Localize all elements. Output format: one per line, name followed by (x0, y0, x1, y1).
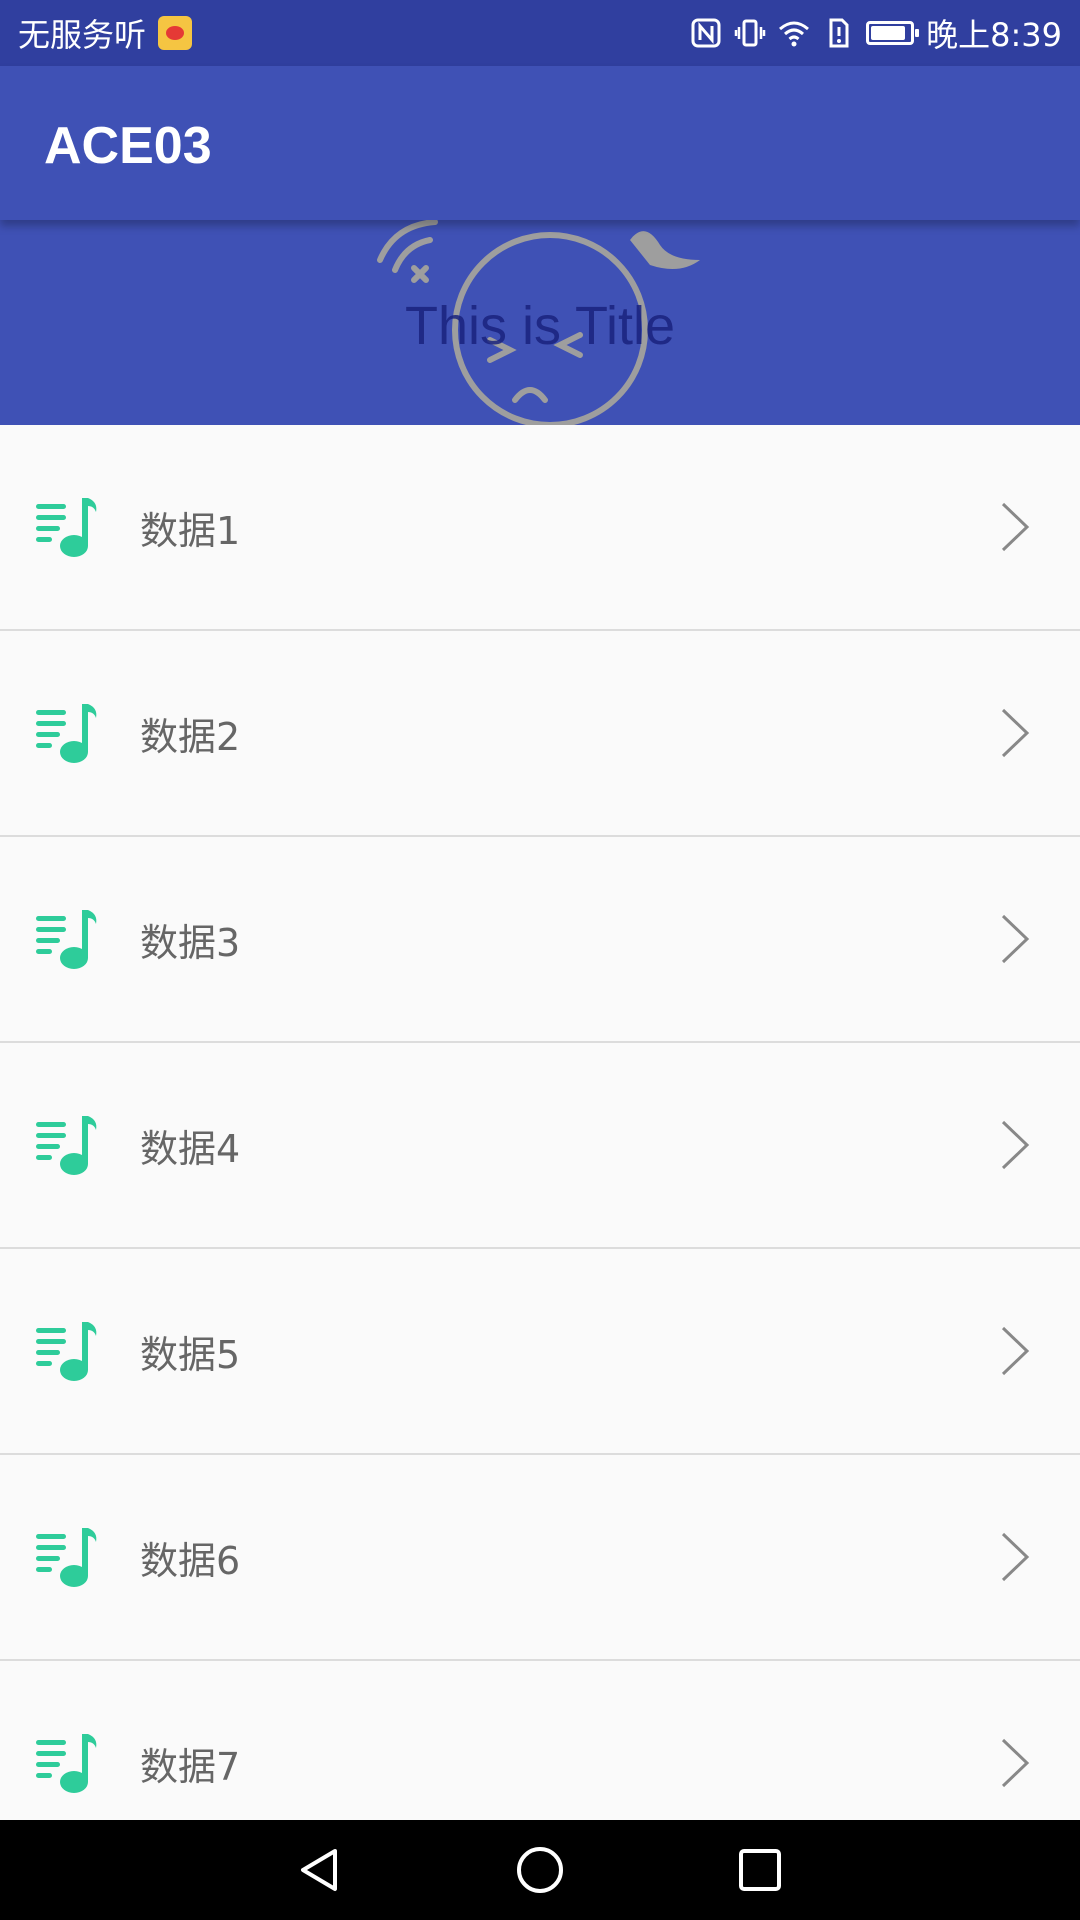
list-item[interactable]: 数据4 (0, 1043, 1080, 1249)
battery-icon (866, 21, 920, 45)
status-bar: 无服务听 晚上8:39 (0, 0, 1080, 66)
list-item-label: 数据5 (140, 1332, 241, 1377)
list-item-label: 数据1 (140, 508, 241, 553)
list-item-label: 数据7 (140, 1744, 241, 1789)
list-item-label: 数据2 (140, 714, 241, 759)
weibo-icon (158, 16, 193, 50)
chevron-right-icon (1001, 1326, 1030, 1376)
list-item-label: 数据3 (140, 920, 241, 965)
list-item[interactable]: 数据3 (0, 837, 1080, 1043)
chevron-right-icon (1001, 1120, 1030, 1170)
recents-icon[interactable] (735, 1845, 785, 1895)
carrier-text: 无服务听 (18, 16, 147, 54)
chevron-right-icon (1001, 502, 1030, 552)
music-list-icon (36, 1734, 97, 1793)
data-list: 数据1 数据2 数据3 数据4 数据5 数据6 数据7 (0, 425, 1080, 1867)
list-item[interactable]: 数据6 (0, 1455, 1080, 1661)
app-title: ACE03 (44, 117, 212, 175)
music-list-icon (36, 910, 97, 969)
app-bar: ACE03 (0, 66, 1080, 220)
chevron-right-icon (1001, 1532, 1030, 1582)
music-list-icon (36, 498, 97, 557)
banner-title: This is Title (404, 296, 676, 356)
list-item-label: 数据4 (140, 1126, 241, 1171)
music-list-icon (36, 1322, 97, 1381)
chevron-right-icon (1001, 708, 1030, 758)
header-banner: This is Title (0, 220, 1080, 425)
nfc-icon (691, 18, 721, 48)
list-item-label: 数据6 (140, 1538, 241, 1583)
list-item[interactable]: 数据5 (0, 1249, 1080, 1455)
status-time: 晚上8:39 (926, 16, 1062, 54)
list-item[interactable]: 数据2 (0, 631, 1080, 837)
status-left: 无服务听 (18, 10, 193, 56)
chevron-right-icon (1001, 914, 1030, 964)
sim-alert-icon (829, 18, 849, 48)
wifi-icon (779, 21, 810, 47)
music-list-icon (36, 704, 97, 763)
list-item[interactable]: 数据1 (0, 425, 1080, 631)
chevron-right-icon (1001, 1738, 1030, 1788)
music-list-icon (36, 1116, 97, 1175)
home-icon[interactable] (515, 1845, 565, 1895)
music-list-icon (36, 1528, 97, 1587)
status-right: 晚上8:39 (690, 10, 1062, 56)
navigation-bar (0, 1820, 1080, 1920)
back-icon[interactable] (295, 1845, 345, 1895)
vibrate-icon (734, 19, 766, 47)
